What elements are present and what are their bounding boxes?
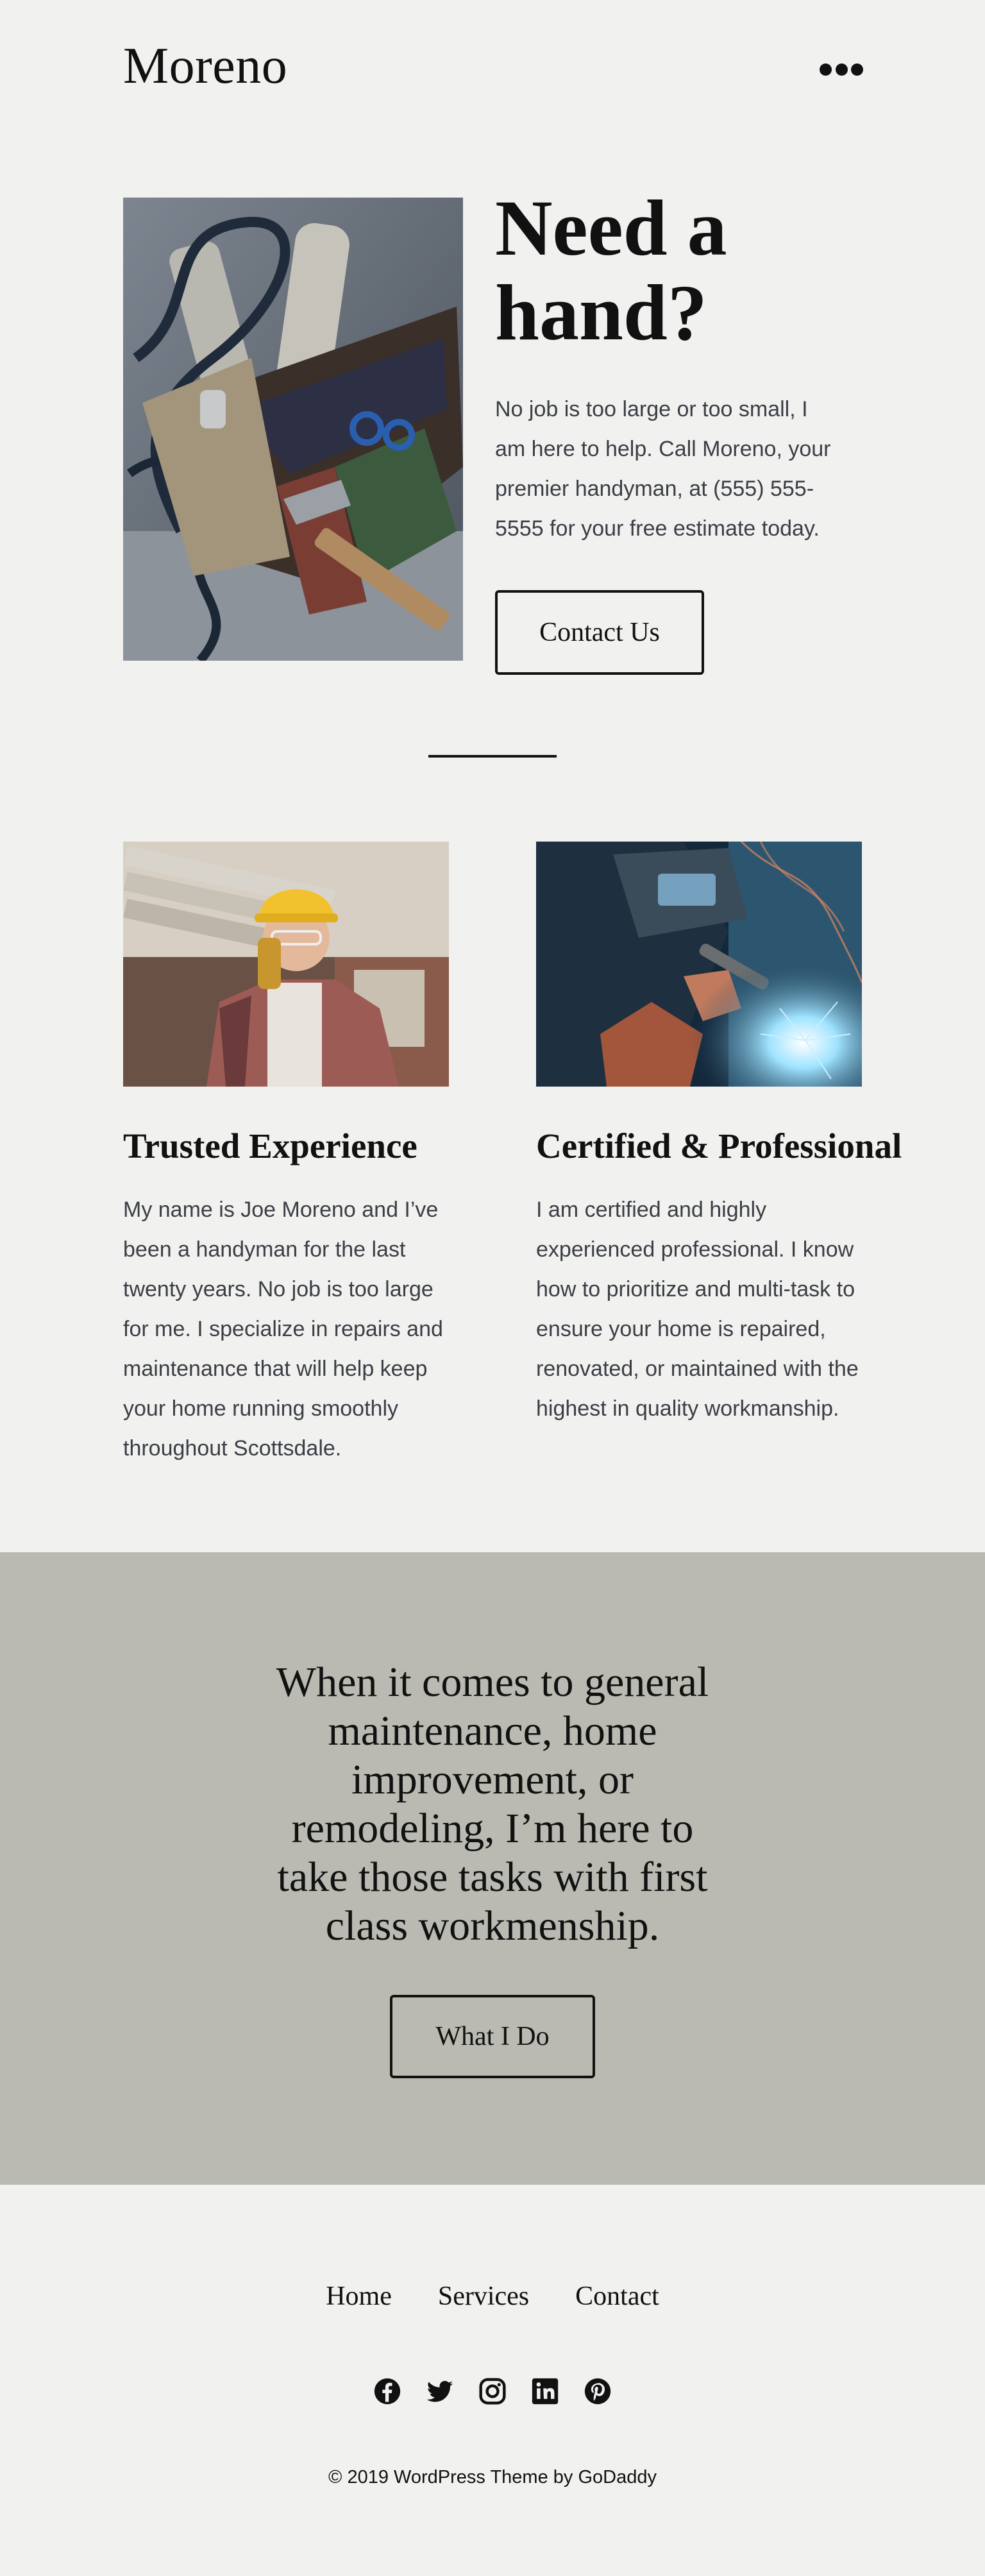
twitter-icon[interactable] bbox=[426, 2377, 454, 2405]
tool-belt-image bbox=[123, 198, 463, 661]
footer-nav: Home Services Contact bbox=[0, 2281, 985, 2312]
welder-illustration bbox=[536, 842, 862, 1087]
welder-image bbox=[536, 842, 862, 1087]
services-band: When it comes to general maintenance, ho… bbox=[0, 1552, 985, 2185]
site-header: Moreno bbox=[0, 0, 985, 138]
features-section: Trusted Experience My name is Joe Moreno… bbox=[0, 779, 985, 1552]
social-links bbox=[0, 2377, 985, 2405]
hero-description: No job is too large or too small, I am h… bbox=[495, 397, 831, 541]
site-title[interactable]: Moreno bbox=[123, 37, 287, 96]
facebook-icon[interactable] bbox=[373, 2377, 401, 2405]
band-statement: When it comes to general maintenance, ho… bbox=[276, 1659, 709, 1949]
section-divider bbox=[428, 755, 557, 758]
feature-title-certified-professional: Certified & Professional bbox=[536, 1126, 902, 1165]
footer-nav-home[interactable]: Home bbox=[326, 2281, 392, 2312]
contact-us-button[interactable]: Contact Us bbox=[495, 590, 704, 675]
tool-belt-illustration bbox=[123, 198, 463, 661]
footer-nav-services[interactable]: Services bbox=[438, 2281, 529, 2312]
hero-section: Need a hand? No job is too large or too … bbox=[0, 138, 985, 779]
feature-text-trusted-experience: My name is Joe Moreno and I’ve been a ha… bbox=[123, 1198, 443, 1461]
hero-heading: Need a hand? bbox=[495, 184, 727, 357]
pinterest-icon[interactable] bbox=[584, 2377, 612, 2405]
worker-with-hardhat-image bbox=[123, 842, 449, 1087]
menu-dot bbox=[820, 63, 832, 76]
menu-dot bbox=[851, 63, 863, 76]
feature-title-trusted-experience: Trusted Experience bbox=[123, 1126, 417, 1165]
more-dots-icon[interactable] bbox=[820, 62, 863, 77]
copyright-text: © 2019 WordPress Theme by GoDaddy bbox=[328, 2467, 657, 2487]
site-footer: Home Services Contact © 2019 WordPress T… bbox=[0, 2185, 985, 2576]
footer-nav-contact[interactable]: Contact bbox=[575, 2281, 659, 2312]
menu-dot bbox=[835, 63, 848, 76]
worker-illustration bbox=[123, 842, 449, 1087]
feature-text-certified-professional: I am certified and highly experienced pr… bbox=[536, 1198, 859, 1421]
what-i-do-button[interactable]: What I Do bbox=[390, 1995, 595, 2078]
instagram-icon[interactable] bbox=[478, 2377, 507, 2405]
linkedin-icon[interactable] bbox=[531, 2377, 559, 2405]
